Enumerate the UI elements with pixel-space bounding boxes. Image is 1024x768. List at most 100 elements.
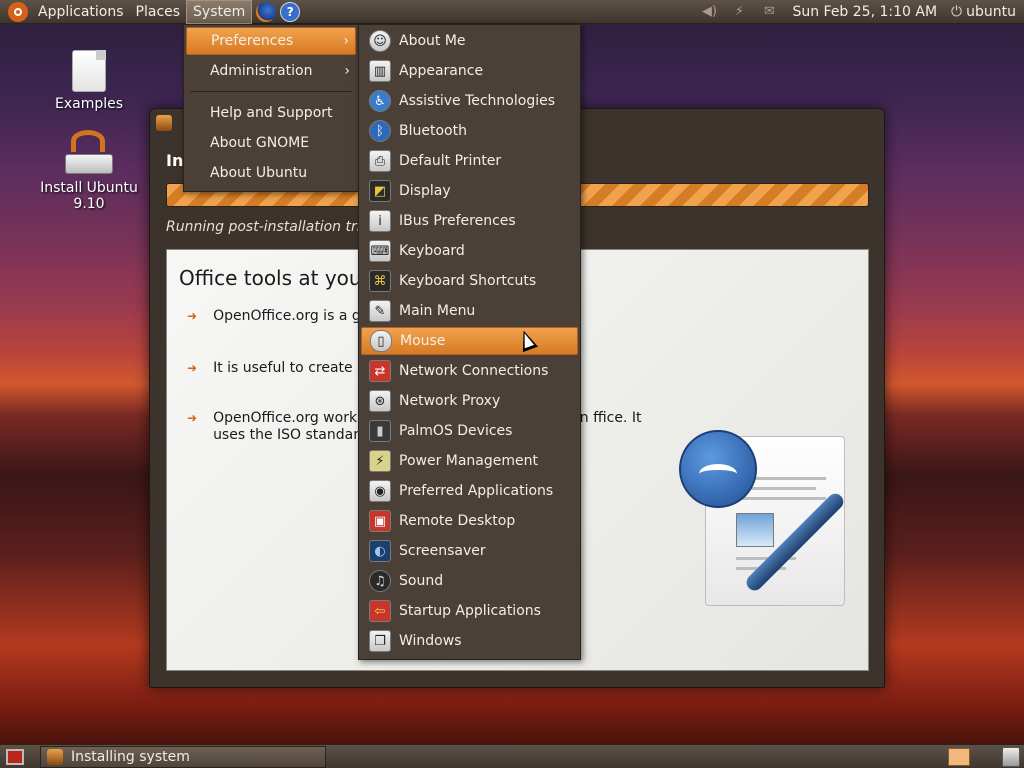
sound-icon: ♫ [369,570,391,592]
applications-menu-label: Applications [38,3,124,20]
show-desktop-icon[interactable] [6,748,24,765]
menu-item-administration[interactable]: Administration › [186,57,356,85]
taskbar-item-label: Installing system [71,748,190,765]
openoffice-logo-icon [679,430,849,610]
volume-icon[interactable]: ◀) [700,4,718,20]
system-tray: ◀) ⚡ ✉ Sun Feb 25, 1:10 AM ⏻ ubuntu [694,0,1024,24]
pref-item-display[interactable]: ◩ Display [361,177,578,205]
chevron-right-icon: › [344,63,350,79]
menu-item-label: Bluetooth [399,123,467,139]
main-menu-icon: ✎ [369,300,391,322]
windows-icon: ❐ [369,630,391,652]
install-status-text: Running post-installation trigg [166,219,379,235]
top-panel: Applications Places System f ? ◀) ⚡ ✉ Su… [0,0,1024,24]
pref-item-assistive-technologies[interactable]: ♿ Assistive Technologies [361,87,578,115]
pref-item-about-me[interactable]: ☺ About Me [361,27,578,55]
chevron-right-icon: › [343,33,349,49]
pref-item-palmos-devices[interactable]: ▮ PalmOS Devices [361,417,578,445]
pref-item-remote-desktop[interactable]: ▣ Remote Desktop [361,507,578,535]
menu-separator [190,91,352,92]
menu-item-preferences[interactable]: Preferences › [186,27,356,55]
user-menu[interactable]: ubuntu [966,4,1016,20]
bullet-arrow-icon: ➜ [187,309,198,323]
bullet-arrow-icon: ➜ [187,411,198,425]
appearance-icon: ▥ [369,60,391,82]
system-dropdown: Preferences › Administration › Help and … [183,24,359,192]
menu-item-label: Windows [399,633,462,649]
menu-item-label: Remote Desktop [399,513,516,529]
firefox-icon[interactable]: f [256,1,277,22]
document-icon [72,50,106,92]
bullet-arrow-icon: ➜ [187,361,198,375]
menu-item-label: PalmOS Devices [399,423,513,439]
menu-item-about-ubuntu[interactable]: About Ubuntu [186,159,356,187]
desktop-icon-install[interactable]: Install Ubuntu 9.10 [24,130,154,212]
applications-menu[interactable]: Applications [32,0,130,24]
ibus-icon: i [369,210,391,232]
places-menu[interactable]: Places [130,0,187,24]
power-icon[interactable]: ⏻ [951,4,962,20]
system-menu-label: System [193,3,246,20]
installer-icon [47,748,63,765]
pref-item-sound[interactable]: ♫ Sound [361,567,578,595]
menu-item-label: Screensaver [399,543,486,559]
menu-item-label: Assistive Technologies [399,93,556,109]
menu-item-label: Sound [399,573,444,589]
pref-item-keyboard[interactable]: ⌨ Keyboard [361,237,578,265]
menu-item-help-and-support[interactable]: Help and Support [186,99,356,127]
installer-drive-icon [65,130,113,176]
pref-item-preferred-applications[interactable]: ◉ Preferred Applications [361,477,578,505]
pref-item-appearance[interactable]: ▥ Appearance [361,57,578,85]
menu-item-label: Startup Applications [399,603,541,619]
menu-item-label: Keyboard [399,243,465,259]
palm-icon: ▮ [369,420,391,442]
pref-item-power-management[interactable]: ⚡ Power Management [361,447,578,475]
menu-item-label: Default Printer [399,153,502,169]
installer-icon [156,115,172,131]
workspace-switcher[interactable] [948,748,970,766]
pref-item-mouse[interactable]: ▯ Mouse [361,327,578,355]
pref-item-screensaver[interactable]: ◐ Screensaver [361,537,578,565]
mouse-icon: ▯ [370,330,392,352]
pref-item-main-menu[interactable]: ✎ Main Menu [361,297,578,325]
desktop-icon-label: Install Ubuntu 9.10 [40,180,138,212]
user-icon: ☺ [369,30,391,52]
preferred-apps-icon: ◉ [369,480,391,502]
accessibility-icon: ♿ [369,90,391,112]
menu-item-label: Mouse [400,333,446,349]
pref-item-ibus-preferences[interactable]: i IBus Preferences [361,207,578,235]
trash-icon[interactable] [1002,747,1020,767]
menu-item-label: Power Management [399,453,539,469]
slide-title: Office tools at you [179,266,362,290]
menu-item-label: Main Menu [399,303,476,319]
desktop-icon-examples[interactable]: Examples [24,50,154,112]
ubuntu-logo-icon[interactable] [8,1,28,22]
keyboard-shortcuts-icon: ⌘ [369,270,391,292]
menu-item-label: IBus Preferences [399,213,516,229]
clock[interactable]: Sun Feb 25, 1:10 AM [792,4,937,20]
network-status-icon[interactable]: ⚡ [730,4,748,20]
mail-icon[interactable]: ✉ [760,4,778,20]
menu-item-about-gnome[interactable]: About GNOME [186,129,356,157]
desktop-icon-label: Examples [54,96,124,112]
pref-item-startup-applications[interactable]: ⇦ Startup Applications [361,597,578,625]
menu-item-label: About Ubuntu [210,165,308,181]
pref-item-keyboard-shortcuts[interactable]: ⌘ Keyboard Shortcuts [361,267,578,295]
proxy-icon: ⊛ [369,390,391,412]
system-menu[interactable]: System [186,0,253,24]
startup-icon: ⇦ [369,600,391,622]
taskbar-item-installing-system[interactable]: Installing system [40,745,326,768]
pref-item-windows[interactable]: ❐ Windows [361,627,578,655]
pref-item-network-proxy[interactable]: ⊛ Network Proxy [361,387,578,415]
pref-item-default-printer[interactable]: ⎙ Default Printer [361,147,578,175]
menu-item-label: Network Proxy [399,393,501,409]
remote-desktop-icon: ▣ [369,510,391,532]
menu-item-label: Help and Support [210,105,333,121]
display-icon: ◩ [369,180,391,202]
menu-item-label: Appearance [399,63,484,79]
help-icon[interactable]: ? [280,1,301,22]
keyboard-icon: ⌨ [369,240,391,262]
pref-item-network-connections[interactable]: ⇄ Network Connections [361,357,578,385]
pref-item-bluetooth[interactable]: ᛒ Bluetooth [361,117,578,145]
power-icon: ⚡ [369,450,391,472]
